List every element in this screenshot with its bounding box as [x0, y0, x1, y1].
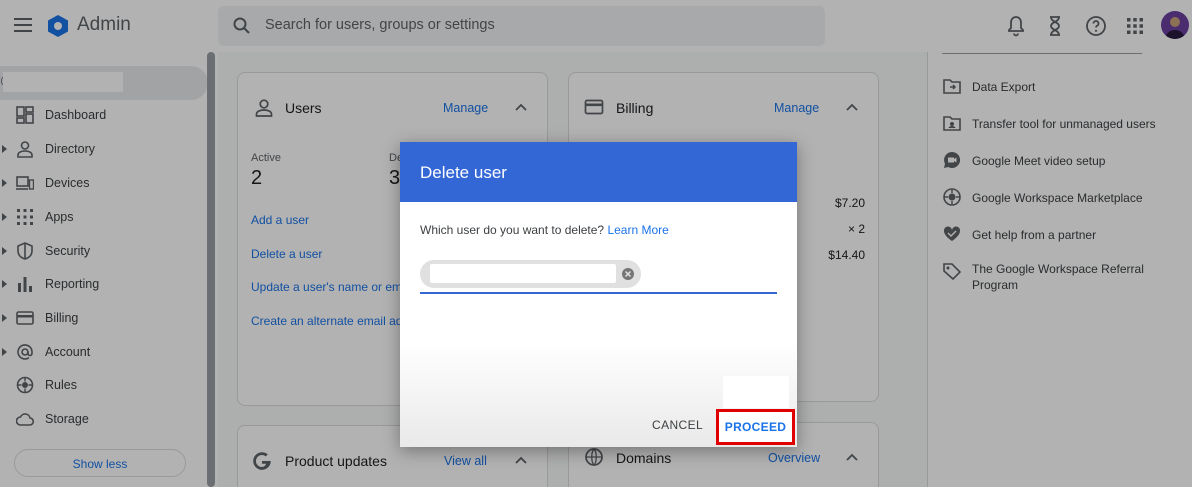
delete-user-dialog: Delete user Which user do you want to de…: [400, 142, 797, 447]
dialog-question: Which user do you want to delete? Learn …: [420, 223, 669, 237]
proceed-button[interactable]: PROCEED: [716, 409, 795, 445]
user-email-redacted: [430, 264, 616, 283]
user-input-underline: [420, 292, 777, 294]
cancel-button[interactable]: CANCEL: [652, 418, 703, 432]
redaction-block: [723, 376, 789, 408]
remove-chip-icon[interactable]: [621, 267, 635, 281]
selected-user-chip[interactable]: [420, 260, 641, 288]
question-text: Which user do you want to delete?: [420, 223, 605, 237]
redaction-block: [682, 202, 724, 207]
learn-more-link[interactable]: Learn More: [607, 223, 668, 237]
dialog-title: Delete user: [420, 163, 507, 182]
dialog-header: Delete user: [400, 142, 797, 202]
